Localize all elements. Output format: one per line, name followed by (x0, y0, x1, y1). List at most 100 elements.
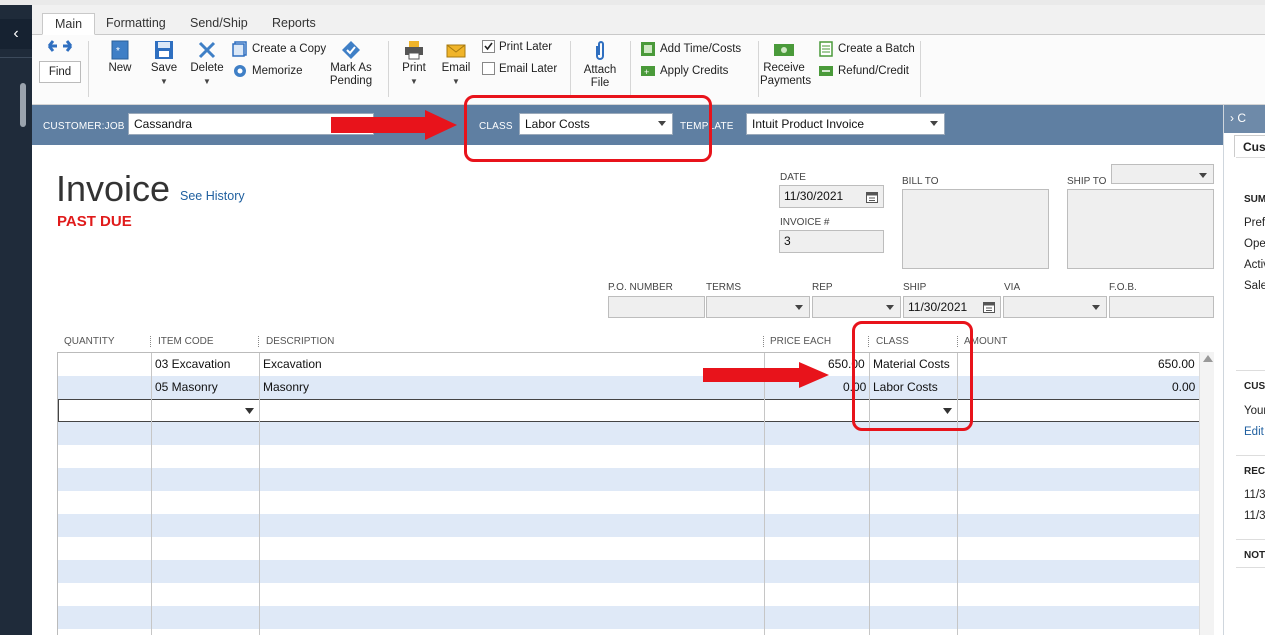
panel-header[interactable]: › C (1224, 105, 1265, 133)
ship-to-address-select[interactable] (1111, 164, 1214, 184)
table-row[interactable] (58, 491, 1199, 514)
panel-line: Activ (1244, 259, 1265, 271)
table-row[interactable] (58, 468, 1199, 491)
copy-icon (232, 41, 247, 57)
panel-tab-customer[interactable]: Cus (1234, 135, 1265, 157)
table-row[interactable] (58, 514, 1199, 537)
create-batch-button[interactable]: Create a Batch (818, 41, 915, 57)
ship-date-label: SHIP (903, 282, 927, 293)
tab-main[interactable]: Main (42, 13, 96, 35)
bill-to-field[interactable] (902, 189, 1049, 269)
print-later-checkbox[interactable]: Print Later (482, 40, 552, 53)
refund-credit-button[interactable]: Refund/Credit (818, 63, 909, 79)
email-button[interactable]: Email ▼ (438, 40, 474, 88)
panel-edit-link[interactable]: Edit (1244, 426, 1265, 438)
column-header-quantity[interactable]: QUANTITY (64, 336, 115, 347)
table-row[interactable] (58, 606, 1199, 629)
print-button[interactable]: Print ▼ (396, 40, 432, 88)
amount-cell[interactable]: 0.00 (1172, 380, 1195, 394)
tab-formatting[interactable]: Formatting (94, 13, 178, 35)
find-button[interactable]: Find (39, 61, 81, 83)
left-scrollbar[interactable] (20, 83, 26, 127)
panel-notes-heading: NOT (1244, 550, 1265, 561)
description-cell[interactable]: Excavation (263, 357, 322, 371)
receive-payments-button[interactable]: Receive Payments (760, 40, 811, 88)
ship-to-field[interactable] (1067, 189, 1214, 269)
table-row[interactable]: 03 Excavation Excavation 650.00 Material… (58, 353, 1199, 376)
apply-credits-icon: + (641, 66, 655, 77)
mark-as-pending-button[interactable]: Mark As Pending (326, 40, 376, 88)
item-code-dropdown-arrow-icon[interactable] (245, 408, 254, 414)
column-divider[interactable] (258, 336, 259, 347)
receive-payments-icon (774, 44, 794, 56)
toolbar-separator (388, 41, 389, 97)
new-button[interactable]: * New (102, 40, 138, 75)
create-copy-button[interactable]: Create a Copy (232, 41, 326, 57)
past-due-badge: PAST DUE (57, 213, 132, 230)
apply-credits-button[interactable]: + Apply Credits (640, 63, 728, 79)
forward-arrow-icon[interactable] (63, 40, 75, 52)
table-row[interactable] (58, 422, 1199, 445)
column-header-description[interactable]: DESCRIPTION (266, 336, 334, 347)
table-scrollbar[interactable] (1199, 352, 1214, 635)
ship-date-field[interactable]: 11/30/2021 (903, 296, 1001, 318)
rep-select[interactable] (812, 296, 901, 318)
find-group (40, 40, 80, 52)
via-select[interactable] (1003, 296, 1107, 318)
terms-select[interactable] (706, 296, 810, 318)
date-label: DATE (780, 172, 806, 183)
tab-reports[interactable]: Reports (260, 13, 328, 35)
table-row-edit[interactable] (58, 399, 1199, 422)
see-history-link[interactable]: See History (180, 189, 245, 203)
memorize-button[interactable]: Memorize (232, 63, 302, 79)
column-header-price-each[interactable]: PRICE EACH (770, 336, 831, 347)
email-later-checkbox[interactable]: Email Later (482, 62, 557, 75)
panel-recent-item[interactable]: 11/3 (1244, 489, 1265, 501)
annotation-highlight-box (464, 95, 712, 162)
date-field[interactable]: 11/30/2021 (779, 185, 884, 208)
item-code-cell[interactable]: 05 Masonry (155, 380, 218, 394)
back-arrow-icon[interactable] (45, 40, 57, 52)
via-dropdown-arrow-icon[interactable] (1092, 305, 1100, 310)
panel-chevron-icon[interactable]: › (1230, 111, 1234, 125)
print-dropdown-caret-icon[interactable]: ▼ (396, 75, 432, 88)
delete-button[interactable]: Delete ▼ (188, 40, 226, 88)
ribbon-tabs: Main Formatting Send/Ship Reports (32, 5, 1265, 35)
tab-send-ship[interactable]: Send/Ship (178, 13, 260, 35)
panel-customer-heading: CUS (1244, 381, 1265, 392)
description-cell[interactable]: Masonry (263, 380, 309, 394)
column-header-item-code[interactable]: ITEM CODE (158, 336, 214, 347)
amount-cell[interactable]: 650.00 (1158, 357, 1195, 371)
column-divider[interactable] (763, 336, 764, 347)
svg-text:+: + (644, 67, 649, 77)
template-dropdown-arrow-icon[interactable] (930, 121, 938, 126)
delete-dropdown-caret-icon[interactable]: ▼ (188, 75, 226, 88)
invoice-number-field[interactable]: 3 (779, 230, 884, 253)
item-code-cell[interactable]: 03 Excavation (155, 357, 230, 371)
table-row[interactable] (58, 583, 1199, 606)
template-combo[interactable]: Intuit Product Invoice (746, 113, 945, 135)
rep-dropdown-arrow-icon[interactable] (886, 305, 894, 310)
add-time-costs-button[interactable]: Add Time/Costs (640, 41, 741, 57)
collapse-chevron-icon[interactable]: ‹ (0, 19, 32, 49)
calendar-icon[interactable] (866, 191, 878, 203)
save-dropdown-caret-icon[interactable]: ▼ (146, 75, 182, 88)
calendar-icon[interactable] (983, 301, 995, 313)
save-button[interactable]: Save ▼ (146, 40, 182, 88)
table-row[interactable] (58, 560, 1199, 583)
scroll-up-arrow-icon[interactable] (1203, 355, 1213, 362)
ship-to-dropdown-arrow-icon[interactable] (1199, 173, 1207, 178)
fob-field[interactable] (1109, 296, 1214, 318)
column-divider[interactable] (150, 336, 151, 347)
terms-dropdown-arrow-icon[interactable] (795, 305, 803, 310)
email-dropdown-caret-icon[interactable]: ▼ (438, 75, 474, 88)
panel-summary-heading: SUM (1244, 194, 1265, 205)
unchecked-checkbox-icon (482, 62, 495, 75)
table-row[interactable]: 05 Masonry Masonry 0.00 Labor Costs 0.00 (58, 376, 1199, 399)
table-row[interactable] (58, 445, 1199, 468)
panel-recent-item[interactable]: 11/3 (1244, 510, 1265, 522)
po-number-field[interactable] (608, 296, 705, 318)
attach-file-button[interactable]: Attach File (578, 40, 622, 90)
column-gridline (764, 353, 765, 635)
table-row[interactable] (58, 537, 1199, 560)
